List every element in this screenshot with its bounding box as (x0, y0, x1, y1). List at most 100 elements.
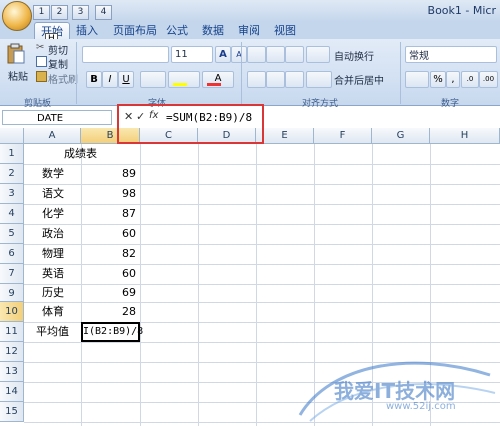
align-left-button[interactable] (247, 71, 266, 88)
cell-editing-text: I(B2:B9)/8 (83, 326, 144, 337)
name-box[interactable]: DATE (2, 110, 112, 125)
align-middle-button[interactable] (266, 46, 285, 63)
row-header-10[interactable]: 10 (0, 302, 24, 322)
qat-save-button[interactable]: 1 (33, 5, 50, 20)
underline-button[interactable]: U (118, 71, 134, 88)
tab-insert[interactable]: 插入 (76, 22, 98, 39)
cut-button[interactable]: 剪切 (48, 42, 68, 57)
column-header-G[interactable]: G (372, 128, 430, 144)
number-format-value: 常规 (409, 51, 429, 62)
formula-highlight-box (117, 104, 264, 144)
comma-button[interactable]: , (446, 71, 460, 88)
cell-title[interactable]: 成绩表 (64, 144, 97, 164)
gridline (24, 342, 500, 343)
align-center-button[interactable] (266, 71, 285, 88)
borders-button[interactable] (140, 71, 166, 88)
office-button[interactable] (2, 1, 32, 31)
row-header-4[interactable]: 4 (0, 204, 24, 224)
row-header-15[interactable]: 15 (0, 402, 24, 422)
wrap-text-button[interactable]: 自动换行 (334, 48, 374, 63)
copy-icon (36, 56, 47, 67)
font-name-select[interactable] (82, 46, 169, 63)
paste-icon[interactable] (6, 43, 26, 64)
qat-redo-button[interactable]: 3 (72, 5, 89, 20)
paste-button[interactable]: 粘贴 (8, 68, 28, 83)
cut-icon: ✂ (36, 42, 45, 53)
shrink-font-button[interactable]: A (231, 46, 247, 63)
cell-score[interactable]: 98 (81, 184, 140, 204)
format-painter-icon (36, 71, 47, 82)
tab-view[interactable]: 视图 (274, 22, 296, 39)
cell-score[interactable]: 82 (81, 244, 140, 264)
watermark-url: www.52ij.com (386, 401, 456, 412)
tab-page-layout[interactable]: 页面布局 (113, 22, 157, 39)
font-color-button[interactable]: A (202, 71, 234, 88)
cell-subject[interactable]: 政治 (42, 224, 64, 244)
cell-subject[interactable]: 化学 (42, 204, 64, 224)
cell-subject[interactable]: 英语 (42, 264, 64, 284)
row-header-3[interactable]: 3 (0, 184, 24, 204)
column-header-F[interactable]: F (314, 128, 372, 144)
qat-customize-button[interactable]: 4 (95, 5, 112, 20)
row-header-2[interactable]: 2 (0, 164, 24, 184)
clipboard-group-label: 剪贴板 (23, 99, 51, 109)
tab-data[interactable]: 数据 (202, 22, 224, 39)
indent-button[interactable] (306, 71, 332, 88)
row-header-1[interactable]: 1 (0, 144, 24, 164)
cell-subject[interactable]: 数学 (42, 164, 64, 184)
currency-button[interactable] (405, 71, 429, 88)
row-header-12[interactable]: 12 (0, 342, 24, 362)
group-separator (400, 42, 401, 104)
row-header-5[interactable]: 5 (0, 224, 24, 244)
gridline (198, 144, 199, 426)
tab-formulas[interactable]: 公式 (166, 22, 188, 39)
row-header-13[interactable]: 13 (0, 362, 24, 382)
font-size-value: 11 (175, 49, 188, 60)
fill-color-button[interactable] (168, 71, 200, 88)
format-painter-button[interactable]: 格式刷 (48, 71, 78, 86)
cell-average-label[interactable]: 平均值 (36, 322, 69, 342)
select-all-corner[interactable] (0, 128, 24, 144)
orientation-button[interactable] (306, 46, 330, 63)
alignment-group-label: 对齐方式 (301, 99, 338, 109)
tab-review[interactable]: 审阅 (238, 22, 260, 39)
column-header-A[interactable]: A (24, 128, 81, 144)
gridline (256, 144, 257, 426)
decrease-decimal-button[interactable]: .00 (479, 71, 498, 88)
cell-subject[interactable]: 历史 (42, 284, 64, 302)
align-top-button[interactable] (247, 46, 266, 63)
cell-score[interactable]: 69 (81, 284, 140, 302)
fill-color-swatch (173, 83, 187, 86)
column-header-E[interactable]: E (256, 128, 314, 144)
cell-subject[interactable]: 语文 (42, 184, 64, 204)
merge-center-button[interactable]: 合并后居中 (334, 72, 384, 87)
qat-undo-button[interactable]: 2 (51, 5, 68, 20)
italic-button[interactable]: I (102, 71, 118, 88)
row-header-14[interactable]: 14 (0, 382, 24, 402)
cell-score[interactable]: 60 (81, 264, 140, 284)
number-group-label: 数字 (440, 99, 459, 109)
window-title: Book1 - Micr (427, 4, 496, 17)
percent-button[interactable]: % (430, 71, 446, 88)
cell-score[interactable]: 28 (81, 302, 140, 322)
cell-score[interactable]: 60 (81, 224, 140, 244)
grow-font-button[interactable]: A (215, 46, 231, 63)
row-header-9[interactable]: 9 (0, 284, 24, 302)
gridline (140, 144, 141, 426)
cell-score[interactable]: 89 (81, 164, 140, 184)
increase-decimal-button[interactable]: .0 (461, 71, 479, 88)
number-format-select[interactable]: 常规 (405, 46, 497, 63)
column-header-H[interactable]: H (430, 128, 500, 144)
cell-subject[interactable]: 体育 (42, 302, 64, 322)
group-separator (76, 42, 77, 104)
cell-subject[interactable]: 物理 (42, 244, 64, 264)
cell-score[interactable]: 87 (81, 204, 140, 224)
row-header-6[interactable]: 6 (0, 244, 24, 264)
row-header-7[interactable]: 7 (0, 264, 24, 284)
copy-button[interactable]: 复制 (48, 56, 68, 71)
row-header-11[interactable]: 11 (0, 322, 24, 342)
bold-button[interactable]: B (86, 71, 102, 88)
font-size-select[interactable]: 11 (171, 46, 213, 63)
align-right-button[interactable] (285, 71, 304, 88)
align-bottom-button[interactable] (285, 46, 304, 63)
